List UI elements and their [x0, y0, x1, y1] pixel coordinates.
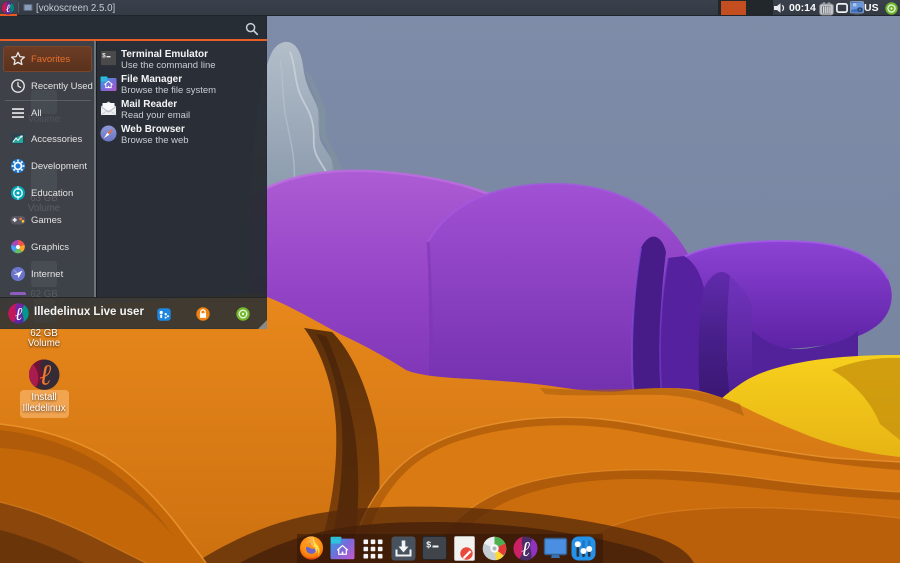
svg-text:ℓ: ℓ [521, 537, 530, 561]
svg-text:ℓ: ℓ [15, 304, 23, 324]
svg-text:$: $ [102, 53, 106, 60]
svg-text:ℓ: ℓ [6, 3, 11, 15]
svg-text:ℓ: ℓ [40, 360, 52, 392]
svg-text:$: $ [426, 541, 432, 551]
